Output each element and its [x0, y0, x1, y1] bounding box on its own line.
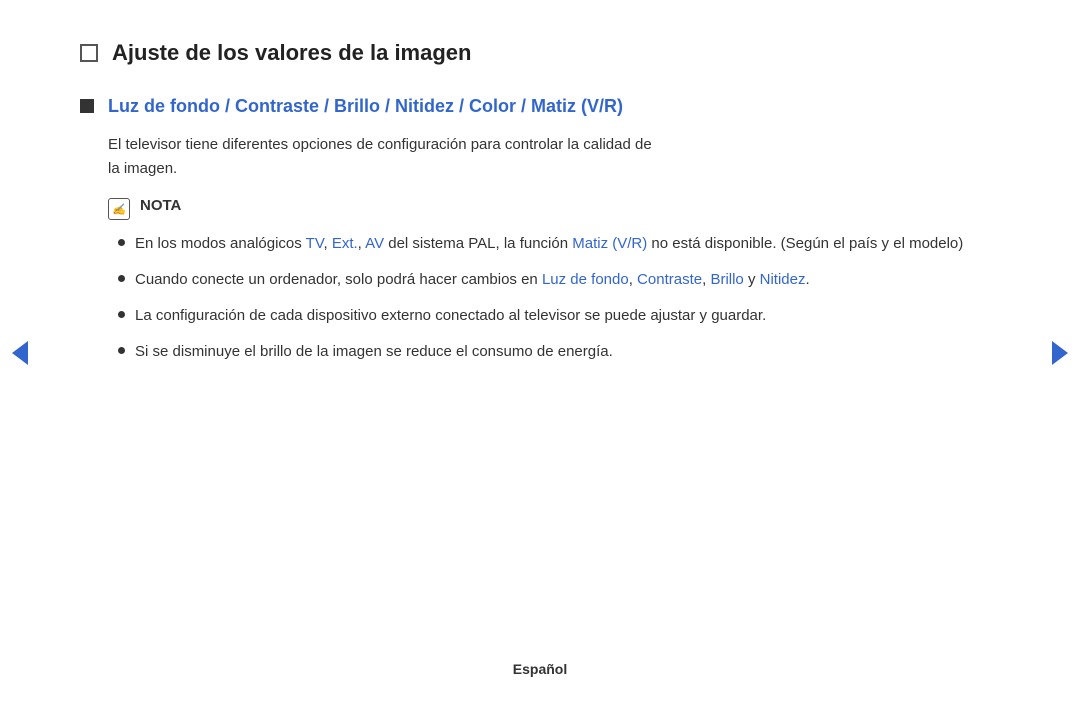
section-heading: Luz de fondo / Contraste / Brillo / Niti… [108, 94, 623, 119]
link-luzdefondo[interactable]: Luz de fondo [542, 271, 629, 288]
list-item: Cuando conecte un ordenador, solo podrá … [118, 268, 1000, 292]
link-tv[interactable]: TV [306, 235, 324, 252]
bullet-dot-icon [118, 275, 125, 282]
bullet4-text: Si se disminuye el brillo de la imagen s… [135, 340, 613, 364]
page-title: Ajuste de los valores de la imagen [112, 40, 471, 66]
page-title-block: Ajuste de los valores de la imagen [80, 40, 1000, 66]
link-av[interactable]: AV [365, 235, 384, 252]
list-item: Si se disminuye el brillo de la imagen s… [118, 340, 1000, 364]
link-matiz[interactable]: Matiz (V/R) [572, 235, 647, 252]
section-description: El televisor tiene diferentes opciones d… [108, 133, 1000, 181]
note-label: NOTA [140, 197, 181, 214]
bullet2-text: Cuando conecte un ordenador, solo podrá … [135, 268, 810, 292]
link-ext[interactable]: Ext. [332, 235, 358, 252]
title-checkbox-icon [80, 44, 98, 62]
note-box: ✍ NOTA [108, 197, 1000, 220]
bullet-dot-icon [118, 239, 125, 246]
link-nitidez[interactable]: Nitidez [760, 271, 806, 288]
section-bullet-icon [80, 99, 94, 113]
list-item: La configuración de cada dispositivo ext… [118, 304, 1000, 328]
page-container: Ajuste de los valores de la imagen Luz d… [0, 0, 1080, 705]
section-content: Luz de fondo / Contraste / Brillo / Niti… [108, 94, 623, 119]
bullet-dot-icon [118, 311, 125, 318]
bullet-list: En los modos analógicos TV, Ext., AV del… [118, 232, 1000, 364]
footer-language: Español [513, 661, 567, 677]
link-contraste[interactable]: Contraste [637, 271, 702, 288]
list-item: En los modos analógicos TV, Ext., AV del… [118, 232, 1000, 256]
bullet3-text: La configuración de cada dispositivo ext… [135, 304, 766, 328]
section-block: Luz de fondo / Contraste / Brillo / Niti… [80, 94, 1000, 119]
section-body: El televisor tiene diferentes opciones d… [108, 133, 1000, 364]
link-brillo[interactable]: Brillo [710, 271, 743, 288]
bullet1-text: En los modos analógicos TV, Ext., AV del… [135, 232, 963, 256]
nav-arrow-right[interactable] [1052, 341, 1068, 365]
note-icon: ✍ [108, 198, 130, 220]
bullet-dot-icon [118, 347, 125, 354]
nav-arrow-left[interactable] [12, 341, 28, 365]
